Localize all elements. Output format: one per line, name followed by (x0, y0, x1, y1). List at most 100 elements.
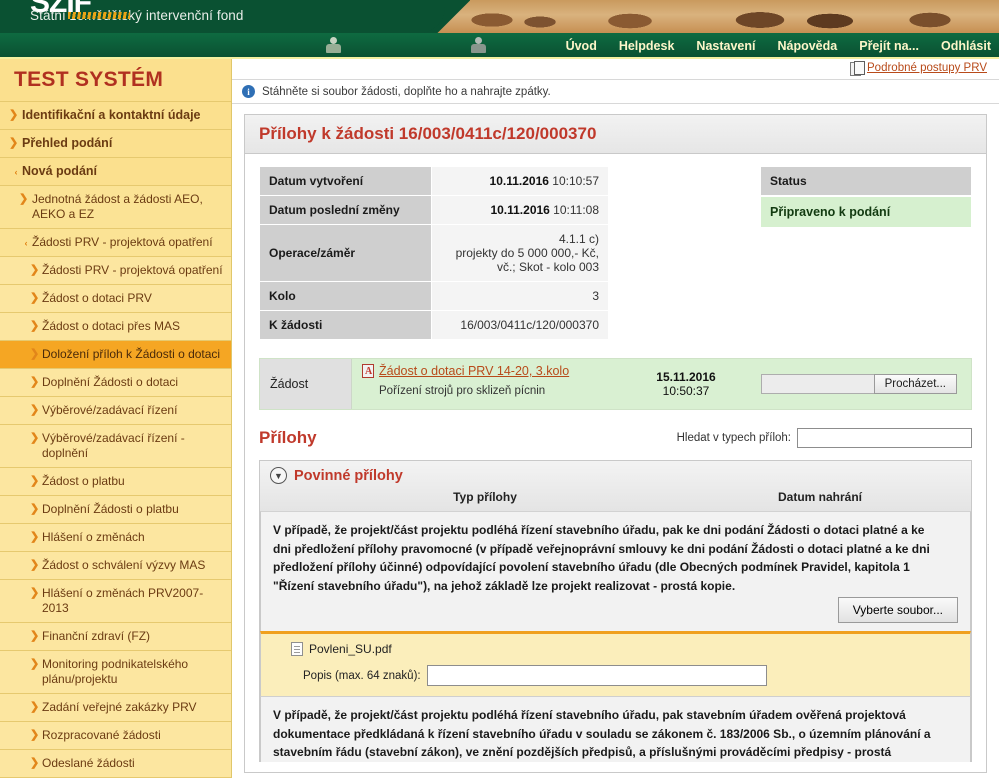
system-title: TEST SYSTÉM (0, 59, 231, 102)
sidebar-item-label: Doložení příloh k Žádosti o dotaci (42, 347, 221, 361)
attachment-button-row: Vyberte soubor... (273, 597, 958, 623)
sidebar-item-label: Zadání veřejné zakázky PRV (42, 700, 197, 714)
sidebar-item-label: Nová podání (22, 164, 98, 178)
nav-napoveda[interactable]: Nápověda (777, 39, 837, 53)
application-date-cell: 15.11.2016 10:50:37 (611, 359, 761, 409)
application-pdf-link[interactable]: Žádost o dotaci PRV 14-20, 3.kolo (379, 364, 569, 378)
sidebar-item-8[interactable]: ❯ Doložení příloh k Žádosti o dotaci (0, 341, 231, 369)
chevron-down-icon: ˇ (5, 170, 18, 175)
application-link-row: Žádost o dotaci PRV 14-20, 3.kolo (362, 364, 601, 378)
sidebar-item-label: Monitoring podnikatelského plánu/projekt… (42, 657, 189, 686)
chevron-right-icon: ❯ (30, 475, 40, 487)
chevron-right-icon: ❯ (30, 376, 40, 388)
attachments-title: Přílohy (259, 428, 317, 447)
info-value: 16/003/0411c/120/000370 (431, 310, 609, 340)
sidebar-item-20[interactable]: ❯ Rozpracované žádosti (0, 722, 231, 750)
sidebar-item-7[interactable]: ❯ Žádost o dotaci přes MAS (0, 313, 231, 341)
pdf-icon (362, 364, 374, 378)
description-field-row: Popis (max. 64 znaků): (291, 665, 958, 686)
group-column-headers: Typ přílohy Datum nahrání (270, 484, 961, 511)
table-row: Kolo 3 (259, 281, 609, 311)
sidebar-item-label: Žádosti PRV - projektová opatření (32, 235, 213, 249)
sidebar-item-2[interactable]: ˇ Nová podání (0, 158, 231, 186)
nav-uvod[interactable]: Úvod (566, 39, 597, 53)
nav-odhlasit[interactable]: Odhlásit (941, 39, 991, 53)
nav-nastaveni[interactable]: Nastavení (696, 39, 755, 53)
sidebar-item-17[interactable]: ❯ Finanční zdraví (FZ) (0, 623, 231, 651)
sidebar-item-13[interactable]: ❯ Doplnění Žádosti o platbu (0, 496, 231, 524)
select-file-button[interactable]: Vyberte soubor... (837, 597, 958, 623)
application-date: 15.11.2016 (656, 370, 716, 384)
sidebar-item-10[interactable]: ❯ Výběrové/zadávací řízení (0, 397, 231, 425)
documents-icon (850, 61, 866, 76)
chevron-right-icon: ❯ (30, 729, 40, 741)
application-upload-cell: Procházet... (761, 359, 971, 409)
chevron-down-icon[interactable]: ▼ (270, 467, 287, 484)
chevron-down-icon: ˇ (15, 241, 28, 246)
sidebar-item-label: Žádost o dotaci přes MAS (42, 319, 181, 333)
sidebar-item-15[interactable]: ❯ Žádost o schválení výzvy MAS (0, 552, 231, 580)
status-badge: Připraveno k podání (760, 196, 972, 228)
sidebar-item-11[interactable]: ❯ Výběrové/zadávací řízení - doplnění (0, 425, 231, 468)
sidebar-item-19[interactable]: ❯ Zadání veřejné zakázky PRV (0, 694, 231, 722)
chevron-right-icon: ❯ (9, 109, 19, 121)
group-header-row[interactable]: ▼ Povinné přílohy (270, 467, 961, 484)
info-message-text: Stáhněte si soubor žádosti, doplňte ho a… (262, 85, 551, 98)
description-input[interactable] (426, 665, 767, 686)
sidebar-item-4[interactable]: ˇ Žádosti PRV - projektová opatření (0, 229, 231, 257)
column-header-date: Datum nahrání (777, 490, 862, 504)
uploaded-file-name-row: Povleni_SU.pdf (291, 642, 958, 656)
info-key: Datum poslední změny (259, 195, 432, 225)
status-box: Status Připraveno k podání (760, 166, 972, 340)
sidebar-item-6[interactable]: ❯ Žádost o dotaci PRV (0, 285, 231, 313)
chevron-right-icon: ❯ (30, 559, 40, 571)
uploaded-file-name: Povleni_SU.pdf (309, 642, 392, 656)
uploaded-file-row: Povleni_SU.pdf Popis (max. 64 znaků): (260, 631, 971, 696)
chevron-right-icon: ❯ (30, 658, 40, 670)
banner-cattle-photo (430, 0, 999, 33)
user-group-icon[interactable] (470, 36, 487, 55)
chevron-right-icon: ❯ (30, 757, 40, 769)
chevron-right-icon: ❯ (30, 348, 40, 360)
sidebar: TEST SYSTÉM ❯ Identifikační a kontaktní ú… (0, 59, 232, 778)
navbar-icon-group (325, 36, 487, 55)
nav-prejit-na[interactable]: Přejít na... (859, 39, 919, 53)
sidebar-item-14[interactable]: ❯ Hlášení o změnách (0, 524, 231, 552)
panel-body: Datum vytvoření 10.11.2016 10:10:57 Datum … (245, 154, 986, 772)
top-link-row: Podrobné postupy PRV (232, 59, 999, 79)
main-navbar: Úvod Helpdesk Nastavení Nápověda Přejít … (0, 33, 999, 59)
chevron-right-icon: ❯ (30, 701, 40, 713)
detailed-procedures-link[interactable]: Podrobné postupy PRV (867, 62, 987, 74)
table-row: Datum poslední změny 10.11.2016 10:11:08 (259, 195, 609, 225)
panel-header: Přílohy k žádosti 16/003/0411c/120/00037… (245, 115, 986, 154)
user-icon[interactable] (325, 36, 342, 55)
chevron-right-icon: ❯ (30, 531, 40, 543)
browse-button[interactable]: Procházet... (873, 374, 957, 394)
sidebar-item-label: Žádost o platbu (42, 474, 125, 488)
sidebar-item-label: Hlášení o změnách PRV2007-2013 (42, 586, 204, 615)
attachment-row: V případě, že projekt/část projektu podl… (260, 511, 971, 631)
sidebar-item-label: Rozpracované žádosti (42, 728, 161, 742)
sidebar-item-1[interactable]: ❯ Přehled podání (0, 130, 231, 158)
sidebar-item-16[interactable]: ❯ Hlášení o změnách PRV2007-2013 (0, 580, 231, 623)
attachment-description: V případě, že projekt/část projektu podl… (273, 523, 930, 593)
sidebar-item-5[interactable]: ❯ Žádosti PRV - projektová opatření (0, 257, 231, 285)
info-key: K žádosti (259, 310, 432, 340)
sidebar-item-0[interactable]: ❯ Identifikační a kontaktní údaje (0, 102, 231, 130)
chevron-right-icon: ❯ (30, 432, 40, 444)
sidebar-item-21[interactable]: ❯ Odeslané žádosti (0, 750, 231, 778)
info-value: 3 (431, 281, 609, 311)
sidebar-item-12[interactable]: ❯ Žádost o platbu (0, 468, 231, 496)
application-subtitle: Pořízení strojů pro sklizeň pícnin (379, 385, 546, 397)
info-message-bar: i Stáhněte si soubor žádosti, doplňte ho… (232, 79, 999, 104)
sidebar-item-3[interactable]: ❯ Jednotná žádost a žádosti AEO, AEKO a E… (0, 186, 231, 229)
sidebar-item-18[interactable]: ❯ Monitoring podnikatelského plánu/projek… (0, 651, 231, 694)
attachment-search-input[interactable] (797, 428, 972, 448)
attachment-description-2: V případě, že projekt/část projektu podl… (273, 708, 931, 759)
info-value: 10.11.2016 10:11:08 (431, 195, 609, 225)
sidebar-item-label: Odeslané žádosti (42, 756, 135, 770)
sidebar-item-9[interactable]: ❯ Doplnění Žádosti o dotaci (0, 369, 231, 397)
nav-helpdesk[interactable]: Helpdesk (619, 39, 675, 53)
application-file-input[interactable] (761, 374, 874, 394)
table-row: Operace/záměr 4.1.1 c) projekty do 5 000 0… (259, 224, 609, 282)
